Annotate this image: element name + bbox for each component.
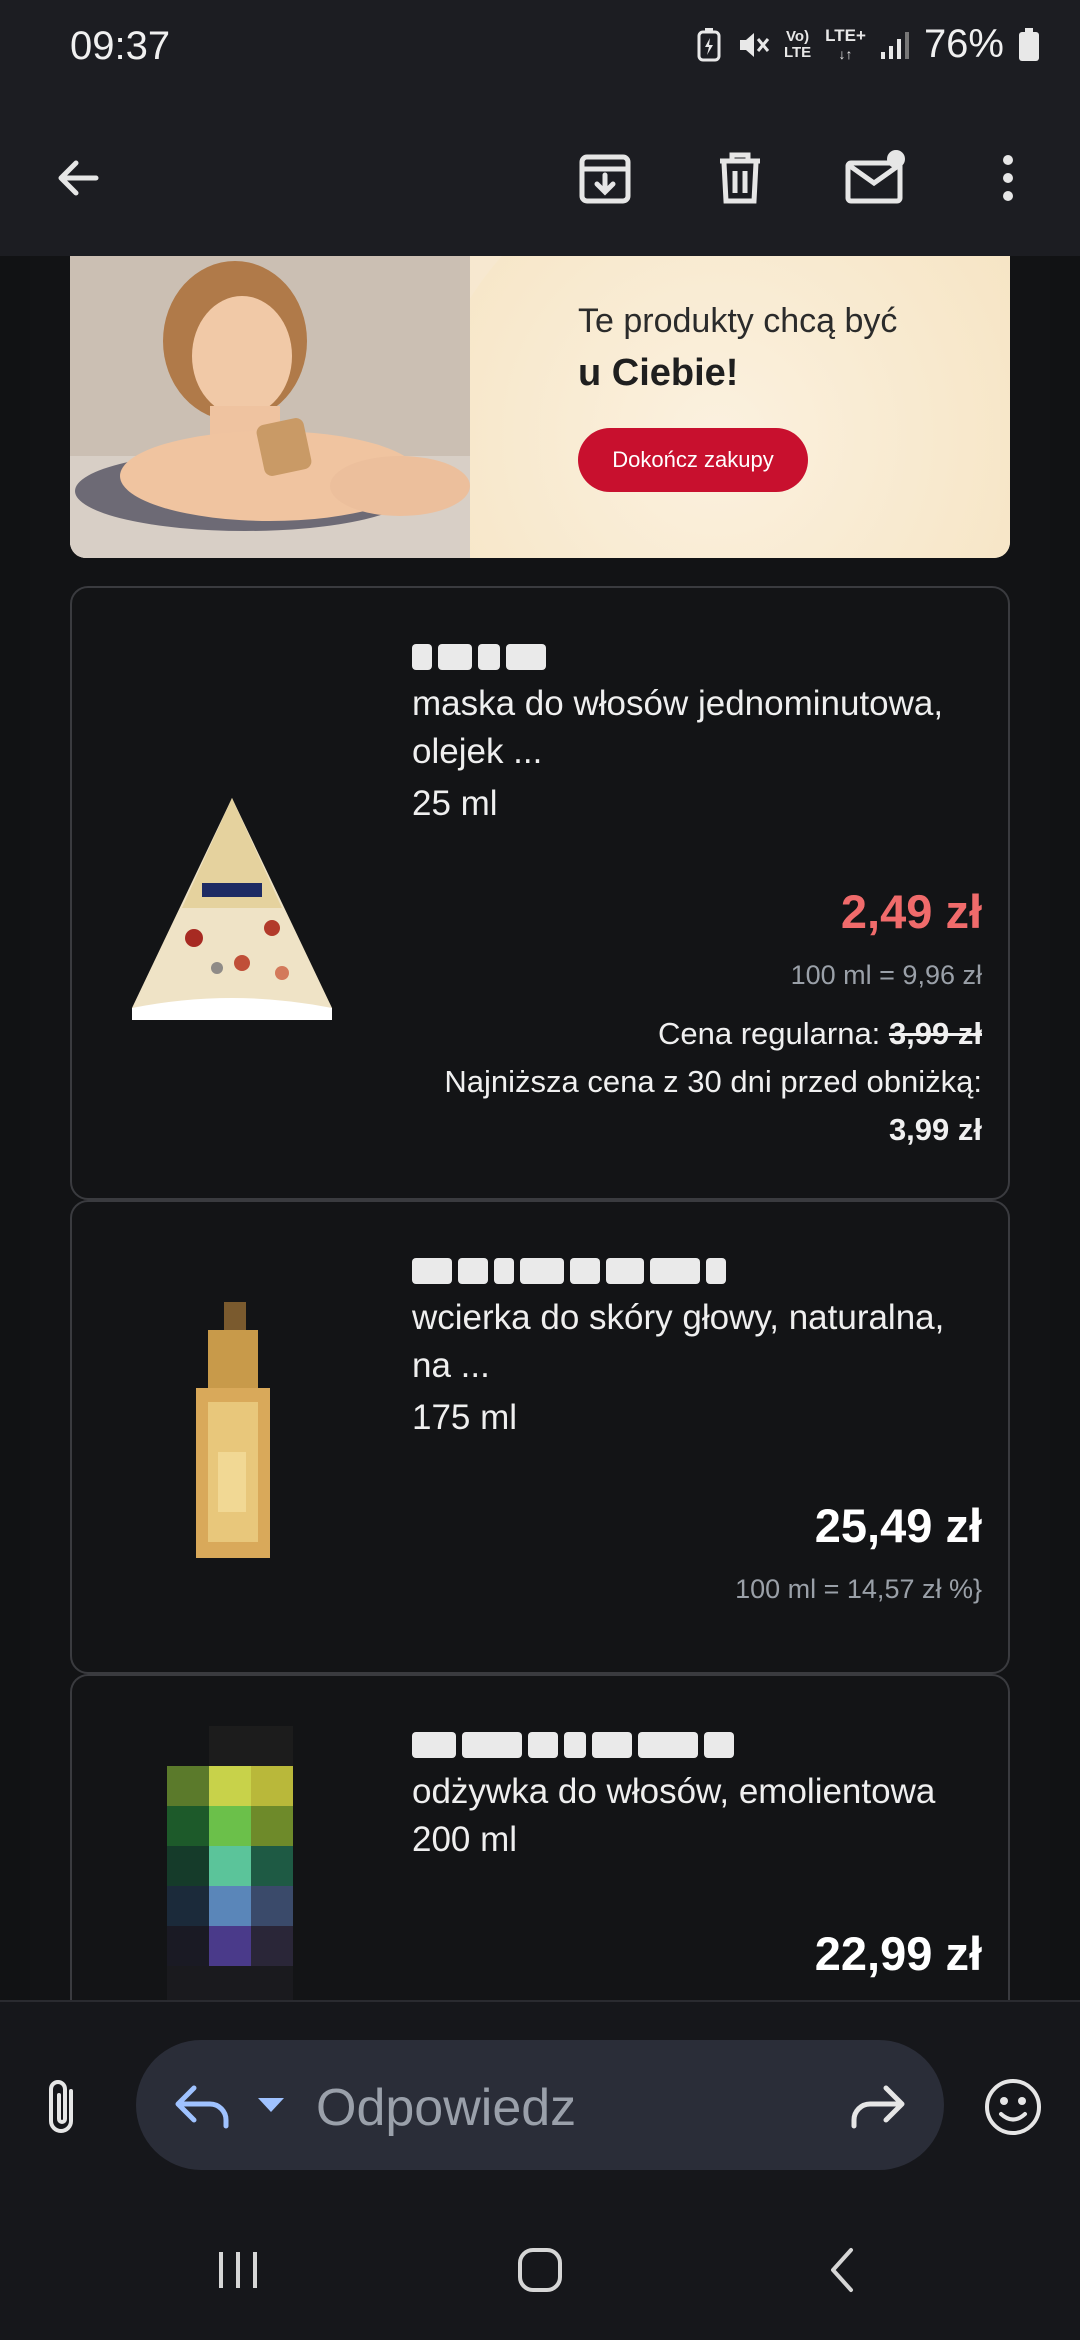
more-vert-icon — [1003, 155, 1013, 201]
battery-percent: 76% — [923, 22, 1004, 66]
product-name: wcierka do skóry głowy, naturalna, na ..… — [412, 1298, 945, 1385]
home-button[interactable] — [500, 2240, 580, 2300]
regular-price-row: Cena regularna: 3,99 zł — [658, 1016, 982, 1052]
product-price: 25,49 zł — [814, 1499, 982, 1552]
forward-icon[interactable] — [848, 2076, 908, 2134]
status-time: 09:37 — [70, 24, 171, 68]
brand-name-redacted — [412, 1254, 726, 1288]
emoji-icon — [985, 2079, 1041, 2135]
reply-field[interactable]: Odpowiedz — [136, 2040, 944, 2170]
product-size: 175 ml — [412, 1398, 518, 1437]
product-card[interactable]: wcierka do skóry głowy, naturalna, na ..… — [70, 1200, 1010, 1674]
attach-button[interactable] — [28, 2072, 98, 2142]
product-price: 2,49 zł — [840, 885, 982, 938]
lte-plus-icon: LTE+ ↓↑ — [825, 25, 866, 62]
regular-price-value: 3,99 zł — [888, 1016, 982, 1051]
app-bar — [0, 100, 1080, 256]
banner-headline: Te produkty chcą być — [578, 302, 898, 340]
signal-icon — [880, 30, 910, 60]
lowest-price-value: 3,99 zł — [888, 1112, 982, 1147]
status-bar: 09:37 Vo) LTE LTE+ ↓↑ 76% — [0, 0, 1080, 100]
system-back-button[interactable] — [802, 2240, 882, 2300]
lowest-price-label: Najniższa cena z 30 dni przed obniżką: — [444, 1064, 982, 1099]
volte-icon: Vo) LTE — [783, 27, 812, 61]
email-content: Te produkty chcą być u Ciebie! Dokończ z… — [30, 256, 1050, 2000]
archive-download-icon — [579, 154, 631, 204]
product-size: 25 ml — [412, 784, 498, 823]
mail-unread-icon — [845, 150, 905, 204]
email-body[interactable]: Te produkty chcą być u Ciebie! Dokończ z… — [0, 256, 1080, 2000]
lte-label: LTE — [783, 43, 812, 61]
battery-saver-icon — [696, 27, 722, 62]
archive-button[interactable] — [555, 128, 655, 228]
arrow-left-icon — [58, 160, 99, 196]
trash-icon — [720, 152, 760, 204]
more-options-button[interactable] — [958, 128, 1058, 228]
recents-button[interactable] — [198, 2240, 278, 2300]
brand-name-redacted — [412, 1728, 734, 1762]
back-button[interactable] — [28, 128, 128, 228]
product-image — [102, 1282, 362, 1582]
product-card[interactable]: maska do włosów jednominutowa, olejek ..… — [70, 586, 1010, 1200]
chevron-down-icon[interactable] — [256, 2096, 286, 2116]
reply-bar: Odpowiedz — [0, 2000, 1080, 2200]
regular-price-label: Cena regularna: — [657, 1016, 881, 1051]
mute-icon — [736, 28, 770, 62]
unit-price: 100 ml = 14,57 zł %} — [735, 1574, 982, 1604]
lte-plus-label: LTE+ — [825, 25, 866, 45]
reply-placeholder: Odpowiedz — [316, 2079, 577, 2137]
brand-name-redacted — [412, 640, 546, 674]
volte-label: Vo) — [786, 27, 810, 45]
paperclip-icon — [49, 2080, 73, 2133]
product-image — [102, 758, 362, 1058]
product-name: maska do włosów jednominutowa, olejek ..… — [412, 684, 944, 771]
finish-shopping-button[interactable]: Dokończ zakupy — [578, 428, 808, 492]
product-size: 200 ml — [412, 1820, 518, 1859]
status-icons: Vo) LTE LTE+ ↓↑ 76% — [696, 22, 1040, 67]
product-card[interactable]: odżywka do włosów, emolientowa 200 ml 22… — [70, 1674, 1010, 2000]
banner-photo — [70, 256, 470, 558]
product-price: 22,99 zł — [814, 1927, 982, 1980]
battery-icon — [1018, 27, 1040, 62]
banner-subheadline: u Ciebie! — [578, 352, 739, 394]
delete-button[interactable] — [690, 128, 790, 228]
home-icon — [518, 2248, 562, 2292]
product-image — [102, 1716, 362, 2000]
emoji-button[interactable] — [978, 2072, 1048, 2142]
nav-back-icon — [831, 2248, 853, 2292]
mark-unread-button[interactable] — [826, 128, 926, 228]
system-nav-bar — [0, 2200, 1080, 2340]
product-name: odżywka do włosów, emolientowa — [412, 1772, 936, 1811]
recents-icon — [219, 2252, 257, 2288]
promo-banner[interactable]: Te produkty chcą być u Ciebie! Dokończ z… — [70, 256, 1010, 558]
reply-icon[interactable] — [172, 2076, 232, 2134]
unit-price: 100 ml = 9,96 zł — [790, 960, 982, 990]
